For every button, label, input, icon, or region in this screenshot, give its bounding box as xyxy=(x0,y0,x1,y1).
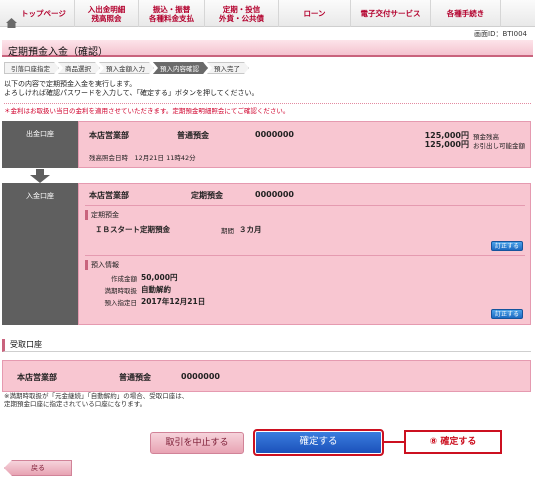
flow-down-arrow-icon xyxy=(30,169,50,183)
step-account-select: 引落口座指定 xyxy=(4,62,59,74)
step-product-select: 商品選択 xyxy=(58,62,100,74)
page-title: 定期預金入金（確認） xyxy=(8,47,108,58)
edit-deposit-info-button[interactable]: 訂正する xyxy=(491,309,523,319)
home-icon xyxy=(6,9,17,28)
withdrawal-account-number: 0000000 xyxy=(255,130,294,139)
withdrawal-account-panel: 本店営業部 普通預金 0000000 125,000円 預金残高 125,000… xyxy=(78,121,531,168)
nav-item-e-delivery[interactable]: 電子交付サービス xyxy=(351,0,431,27)
withdrawal-type: 普通預金 xyxy=(177,131,209,140)
product-name: ＩＢスタート定期預金 xyxy=(95,225,170,234)
progress-steps: 引落口座指定 商品選択 預入金額入力 預入内容確認 預入完了 xyxy=(4,62,248,74)
withdrawal-available-label: お引出し可能金額 xyxy=(473,142,525,150)
product-section: 定期預金 ＩＢスタート定期預金 期間 ３カ月 訂正する xyxy=(85,205,525,257)
balance-inquiry-datetime: 残高照会日時 12月21日 11時42分 xyxy=(89,154,196,162)
instructions: 以下の内容で定期預金入金を実行します。 よろしければ確認パスワードを入力して、「… xyxy=(4,80,259,98)
instruction-line-1: 以下の内容で定期預金入金を実行します。 xyxy=(4,80,137,88)
receiving-account-number: 0000000 xyxy=(181,372,220,381)
step-confirm: 預入内容確認 xyxy=(153,62,208,74)
note-line-1: ※満期時取扱が「元金継続」「自動解約」の場合、受取口座は、 xyxy=(4,392,189,400)
confirm-button[interactable]: 確定する xyxy=(253,429,384,456)
term-label: 期間 xyxy=(221,227,234,235)
receiving-account-title: 受取口座 xyxy=(2,339,531,352)
deposit-account-panel: 本店営業部 定期預金 0000000 定期預金 ＩＢスタート定期預金 期間 ３カ… xyxy=(78,183,531,325)
note-line-2: 定期預金口座に指定されている口座になります。 xyxy=(4,400,147,408)
deposit-info-section: 預入情報 作成金額 50,000円 満期時取扱 自動解約 預入指定日 2017年… xyxy=(85,255,525,321)
nav-item-procedures[interactable]: 各種手続き xyxy=(431,0,501,27)
nav-item-statements[interactable]: 入出金明細 残高照会 xyxy=(75,0,139,27)
nav-item-label: トップページ xyxy=(21,9,66,18)
instruction-line-2: よろしければ確認パスワードを入力して、「確定する」ボタンを押してください。 xyxy=(4,89,259,97)
confirm-callout-annotation: ⑧ 確定する xyxy=(404,430,502,454)
amount-value: 50,000円 xyxy=(141,273,178,282)
nav-item-loans[interactable]: ローン xyxy=(279,0,351,27)
cancel-transaction-button[interactable]: 取引を中止する xyxy=(150,432,244,454)
page-title-bar: 定期預金入金（確認） xyxy=(2,40,533,58)
nav-item-top-page[interactable]: トップページ xyxy=(0,0,75,28)
deposit-type: 定期預金 xyxy=(191,191,223,200)
withdrawal-branch: 本店営業部 xyxy=(89,131,129,140)
deposit-date-value: 2017年12月21日 xyxy=(141,297,206,306)
deposit-date-label: 預入指定日 xyxy=(104,299,138,307)
top-navigation: トップページ 入出金明細 残高照会 振込・振替 各種料金支払 定期・投信 外貨・… xyxy=(0,0,535,28)
deposit-account-label: 入金口座 xyxy=(2,183,78,325)
maturity-handling-label: 満期時取扱 xyxy=(104,287,138,295)
deposit-account-number: 0000000 xyxy=(255,190,294,199)
interest-notice: ＊金利はお取扱い当日の金利を適用させていただきます。定期預金明細照会にてご確認く… xyxy=(4,103,531,115)
product-section-title: 定期預金 xyxy=(85,210,119,220)
step-amount-input: 預入金額入力 xyxy=(99,62,154,74)
maturity-handling-value: 自動解約 xyxy=(141,285,171,294)
withdrawal-available-amount: 125,000円 xyxy=(424,140,469,149)
receiving-type: 普通預金 xyxy=(119,373,151,382)
back-button[interactable]: 戻る xyxy=(4,460,72,476)
nav-item-transfers[interactable]: 振込・振替 各種料金支払 xyxy=(139,0,205,27)
deposit-info-title: 預入情報 xyxy=(85,260,119,270)
maturity-note: ※満期時取扱が「元金継続」「自動解約」の場合、受取口座は、 定期預金口座に指定さ… xyxy=(4,392,188,408)
withdrawal-account-label: 出金口座 xyxy=(2,121,78,168)
callout-connector xyxy=(384,441,404,443)
step-complete: 預入完了 xyxy=(207,62,249,74)
deposit-branch: 本店営業部 xyxy=(89,191,129,200)
amount-label: 作成金額 xyxy=(111,275,137,283)
screen-id: 画面ID：BTI004 xyxy=(474,30,527,38)
receiving-account-panel: 本店営業部 普通預金 0000000 xyxy=(2,360,531,392)
nav-item-deposits[interactable]: 定期・投信 外貨・公共債 xyxy=(205,0,279,27)
edit-product-button[interactable]: 訂正する xyxy=(491,241,523,251)
term-value: ３カ月 xyxy=(239,225,262,234)
receiving-branch: 本店営業部 xyxy=(17,373,57,382)
